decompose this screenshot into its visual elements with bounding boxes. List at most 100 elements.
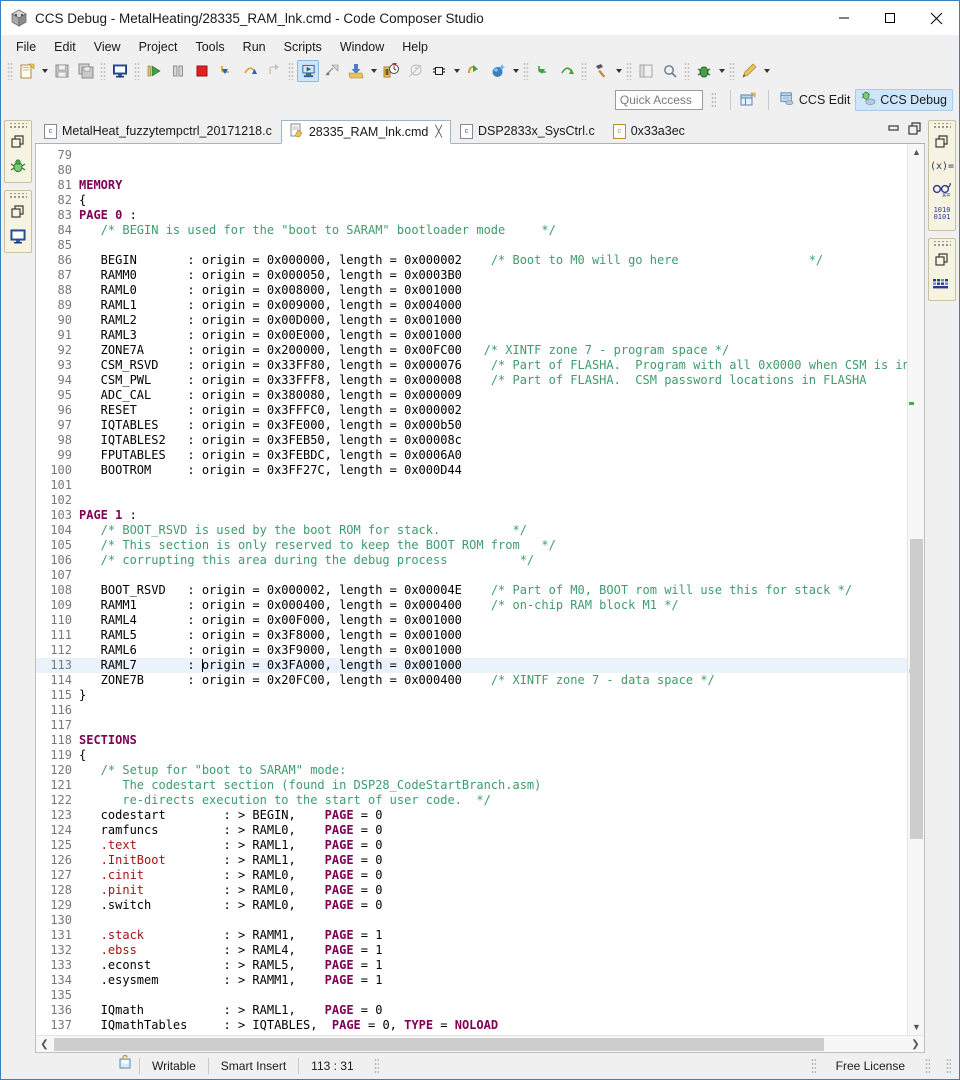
code-line[interactable]: 125 .text : > RAML1, PAGE = 0: [36, 838, 907, 853]
step-over-2-icon[interactable]: [556, 60, 578, 82]
code-editor[interactable]: 79 80 81 MEMORY 82{83 PAGE 0 :84 /* BEGIN is …: [35, 143, 925, 1035]
code-line[interactable]: 106 /* corrupting this area during the d…: [36, 553, 907, 568]
assembly-step-icon[interactable]: [321, 60, 343, 82]
code-line[interactable]: 81 MEMORY: [36, 178, 907, 193]
code-line[interactable]: 117: [36, 718, 907, 733]
restore-icon[interactable]: [7, 131, 29, 153]
code-line[interactable]: 100 BOOTROM : origin = 0x3FF27C, length …: [36, 463, 907, 478]
code-line[interactable]: 113 RAML7 : origin = 0x3FA000, length = …: [36, 657, 907, 673]
toolbar-grip-7[interactable]: [626, 62, 632, 80]
resume-icon[interactable]: [143, 60, 165, 82]
code-line[interactable]: 120 /* Setup for "boot to SARAM" mode:: [36, 763, 907, 778]
scroll-up-arrow[interactable]: ▲: [908, 144, 924, 161]
new-target-config-icon[interactable]: [487, 60, 509, 82]
code-line[interactable]: 85: [36, 238, 907, 253]
quick-access-grip[interactable]: [710, 91, 716, 108]
flash-icon[interactable]: [428, 60, 450, 82]
code-line[interactable]: 136 IQmath : > RAML1, PAGE = 0: [36, 1003, 907, 1018]
debug-dropdown-arrow[interactable]: [716, 60, 727, 82]
menu-file[interactable]: File: [7, 38, 45, 56]
code-line[interactable]: 121 The codestart section (found in DSP2…: [36, 778, 907, 793]
maximize-editor-button[interactable]: [908, 122, 921, 140]
restore-icon[interactable]: [931, 249, 953, 271]
toolbar-grip-3[interactable]: [134, 62, 140, 80]
code-line[interactable]: 96 RESET : origin = 0x3FFFC0, length = 0…: [36, 403, 907, 418]
profile-clock-icon[interactable]: [404, 60, 426, 82]
code-line[interactable]: 129 .switch : > RAML0, PAGE = 0: [36, 898, 907, 913]
code-line[interactable]: 135: [36, 988, 907, 1003]
code-line[interactable]: 84 /* BEGIN is used for the "boot to SAR…: [36, 223, 907, 238]
code-line[interactable]: 103 PAGE 1 :: [36, 508, 907, 523]
code-line[interactable]: 98 IQTABLES2 : origin = 0x3FEB50, length…: [36, 433, 907, 448]
load-dropdown-arrow[interactable]: [368, 60, 379, 82]
right-rail-grip-2[interactable]: [933, 241, 951, 247]
code-line[interactable]: 132 .ebss : > RAML4, PAGE = 1: [36, 943, 907, 958]
search-icon[interactable]: [659, 60, 681, 82]
build-icon[interactable]: [590, 60, 612, 82]
code-line[interactable]: 88 RAML0 : origin = 0x008000, length = 0…: [36, 283, 907, 298]
code-line[interactable]: 82 {: [36, 193, 907, 208]
minimize-button[interactable]: [821, 1, 867, 35]
left-rail-grip-1[interactable]: [9, 123, 27, 129]
close-icon[interactable]: ╳: [435, 125, 442, 138]
new-dropdown-arrow[interactable]: [39, 60, 50, 82]
code-text-area[interactable]: 79 80 81 MEMORY 82{83 PAGE 0 :84 /* BEGIN is …: [36, 143, 907, 1035]
load-program-icon[interactable]: [345, 60, 367, 82]
editor-tab-metalheat[interactable]: c MetalHeat_fuzzytempctrl_20171218.c: [35, 119, 281, 143]
suspend-icon[interactable]: [167, 60, 189, 82]
terminate-icon[interactable]: [191, 60, 213, 82]
code-line[interactable]: 80: [36, 163, 907, 178]
code-line[interactable]: 134 .esysmem : > RAMM1, PAGE = 1: [36, 973, 907, 988]
console-icon[interactable]: [109, 60, 131, 82]
code-line[interactable]: 102: [36, 493, 907, 508]
toolbar-grip-6[interactable]: [581, 62, 587, 80]
code-line[interactable]: 123 codestart : > BEGIN, PAGE = 0: [36, 808, 907, 823]
menu-scripts[interactable]: Scripts: [275, 38, 331, 56]
code-line[interactable]: 86 BEGIN : origin = 0x000000, length = 0…: [36, 253, 907, 268]
run-icon[interactable]: [463, 60, 485, 82]
code-line[interactable]: 127 .cinit : > RAML0, PAGE = 0: [36, 868, 907, 883]
build-dropdown-arrow[interactable]: [613, 60, 624, 82]
perspective-ccs-debug[interactable]: CCS Debug: [855, 88, 953, 111]
step-into-2-icon[interactable]: [532, 60, 554, 82]
maximize-button[interactable]: [867, 1, 913, 35]
code-line[interactable]: 108 BOOT_RSVD : origin = 0x000002, lengt…: [36, 583, 907, 598]
toolbar-grip[interactable]: [7, 62, 13, 80]
open-perspective-button[interactable]: [737, 89, 759, 111]
code-line[interactable]: 112 RAML6 : origin = 0x3F9000, length = …: [36, 643, 907, 658]
code-line[interactable]: 128 .pinit : > RAML0, PAGE = 0: [36, 883, 907, 898]
editor-tab-dsp2833x-sysctrl[interactable]: c DSP2833x_SysCtrl.c: [451, 119, 604, 143]
variables-icon[interactable]: (x)=: [930, 155, 954, 177]
code-line[interactable]: 109 RAMM1 : origin = 0x000400, length = …: [36, 598, 907, 613]
console-view-icon[interactable]: [7, 225, 29, 247]
code-line[interactable]: 133 .econst : > RAML5, PAGE = 1: [36, 958, 907, 973]
restore-icon[interactable]: [7, 201, 29, 223]
code-line[interactable]: 93 CSM_RSVD : origin = 0x33FF80, length …: [36, 358, 907, 373]
memory-browser-icon[interactable]: [931, 273, 953, 295]
code-line[interactable]: 130: [36, 913, 907, 928]
code-line[interactable]: 111 RAML5 : origin = 0x3F8000, length = …: [36, 628, 907, 643]
registers-icon[interactable]: 1010 0101: [931, 203, 953, 225]
pen-icon[interactable]: [738, 60, 760, 82]
new-icon[interactable]: [16, 60, 38, 82]
debug-view-icon[interactable]: [7, 155, 29, 177]
code-line[interactable]: 83 PAGE 0 :: [36, 208, 907, 223]
step-into-icon[interactable]: [215, 60, 237, 82]
code-line[interactable]: 126 .InitBoot : > RAML1, PAGE = 0: [36, 853, 907, 868]
step-over-icon[interactable]: [239, 60, 261, 82]
expressions-icon[interactable]: x=: [931, 179, 953, 201]
code-line[interactable]: 110 RAML4 : origin = 0x00F000, length = …: [36, 613, 907, 628]
code-line[interactable]: 101: [36, 478, 907, 493]
code-line[interactable]: 94 CSM_PWL : origin = 0x33FFF8, length =…: [36, 373, 907, 388]
step-return-icon[interactable]: [263, 60, 285, 82]
flash-dropdown-arrow[interactable]: [451, 60, 462, 82]
toolbar-grip-9[interactable]: [729, 62, 735, 80]
close-button[interactable]: [913, 1, 959, 35]
code-line[interactable]: 119 {: [36, 748, 907, 763]
menu-help[interactable]: Help: [393, 38, 437, 56]
save-icon[interactable]: [51, 60, 73, 82]
editor-tab-28335-ram-lnk[interactable]: 28335_RAM_lnk.cmd ╳: [280, 119, 451, 144]
status-grip-1[interactable]: [373, 1058, 379, 1074]
status-grip-2[interactable]: [810, 1058, 816, 1074]
code-line[interactable]: 115}: [36, 688, 907, 703]
